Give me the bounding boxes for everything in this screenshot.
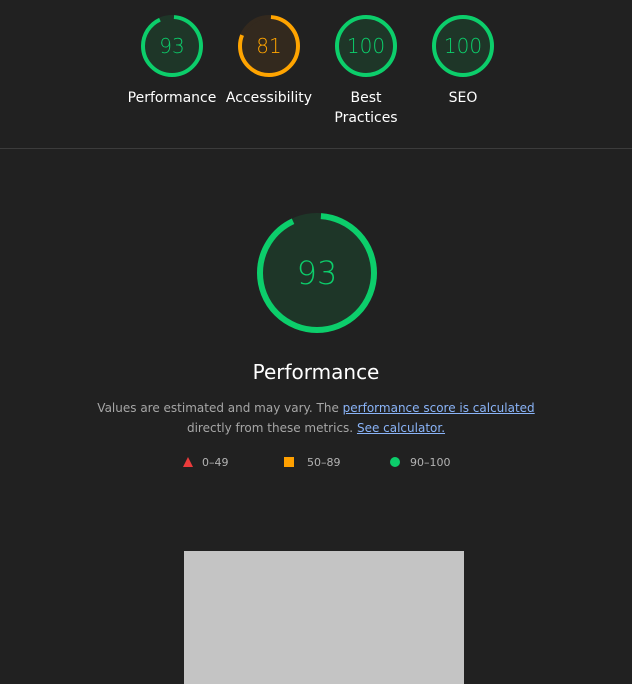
category-title: Performance [252,360,380,384]
legend-label: 90–100 [410,455,451,469]
desc-text-2: directly from these metrics. [186,421,354,435]
gauge-best-practices[interactable]: 100 Best Practices [318,13,414,128]
square-icon [284,457,294,467]
gauge-ring: 93 [141,15,203,77]
gauge-seo[interactable]: 100 SEO [415,13,511,108]
legend-label: 0–49 [202,455,229,469]
legend-label: 50–89 [307,455,341,469]
legend-fail: 0–49 [183,454,229,470]
gauge-label: Performance [127,90,217,106]
legend-average: 50–89 [284,454,341,470]
main-score: 93 [297,254,338,292]
desc-text: Values are estimated and may vary. The [97,401,343,415]
lighthouse-report: 93 Performance 81 Accessibility 100 Best… [0,0,632,684]
gauge-label: Accessibility [225,90,313,106]
category-gauges: 93 Performance 81 Accessibility 100 Best… [0,0,632,148]
gauge-score: 93 [159,34,184,58]
triangle-icon [183,457,193,467]
header-divider [0,148,632,149]
gauge-ring: 81 [238,15,300,77]
performance-main-gauge: 93 [257,213,377,333]
final-screenshot-thumbnail [184,551,464,684]
see-calculator-link[interactable]: See calculator. [357,421,445,435]
legend-pass: 90–100 [390,454,451,470]
gauge-accessibility[interactable]: 81 Accessibility [221,13,317,108]
circle-icon [390,457,400,467]
score-legend: 0–49 50–89 90–100 [0,454,632,470]
gauge-score: 100 [347,34,385,58]
score-description: Values are estimated and may vary. The p… [0,398,632,438]
gauge-ring: 100 [335,15,397,77]
gauge-score: 100 [444,34,482,58]
gauge-label: SEO [448,90,478,106]
gauge-label: Best Practices [334,90,398,126]
gauge-score: 81 [256,34,281,58]
score-calculation-link[interactable]: performance score is calculated [343,401,535,415]
gauge-ring: 100 [432,15,494,77]
gauge-performance[interactable]: 93 Performance [124,13,220,108]
